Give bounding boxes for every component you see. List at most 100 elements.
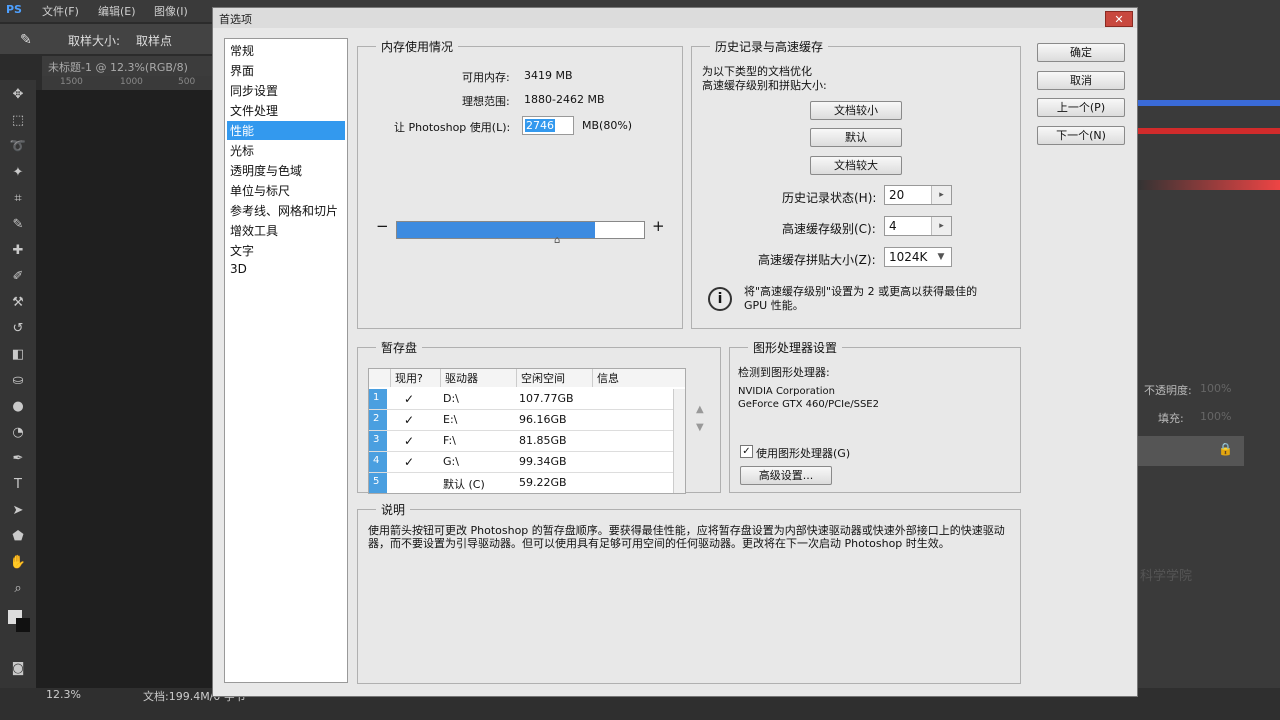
- history-states-input[interactable]: 20 ▸: [884, 185, 952, 205]
- nav-item-transparency[interactable]: 透明度与色域: [227, 161, 345, 180]
- default-button[interactable]: 默认: [810, 128, 902, 147]
- history-brush-icon[interactable]: ↺: [8, 320, 28, 338]
- move-down-icon[interactable]: ▼: [696, 422, 704, 433]
- ruler-tick: 500: [178, 77, 196, 87]
- decrease-memory-button[interactable]: −: [376, 217, 389, 235]
- advanced-settings-button[interactable]: 高级设置...: [740, 466, 832, 485]
- row-number: 2: [369, 410, 387, 430]
- crop-tool-icon[interactable]: ⌗: [8, 190, 28, 208]
- table-row[interactable]: 4 ✓ G:\ 99.34GB: [369, 452, 673, 473]
- nav-item-units[interactable]: 单位与标尺: [227, 181, 345, 200]
- marquee-tool-icon[interactable]: ⬚: [8, 112, 28, 130]
- history-cache-group: 历史记录与高速缓存 为以下类型的文档优化 高速缓存级别和拼贴大小: 文档较小 默…: [691, 38, 1021, 329]
- menu-edit[interactable]: 编辑(E): [98, 3, 136, 19]
- table-row[interactable]: 2 ✓ E:\ 96.16GB: [369, 410, 673, 431]
- shape-tool-icon[interactable]: ⬟: [8, 528, 28, 546]
- fill-value[interactable]: 100%: [1200, 410, 1231, 423]
- quick-mask-icon[interactable]: ◙: [8, 660, 28, 678]
- healing-brush-icon[interactable]: ✚: [8, 242, 28, 260]
- lasso-tool-icon[interactable]: ➰: [8, 138, 28, 156]
- pen-tool-icon[interactable]: ✒: [8, 450, 28, 468]
- tile-size-select[interactable]: 1024K ▼: [884, 247, 952, 267]
- nav-item-cursors[interactable]: 光标: [227, 141, 345, 160]
- active-checkbox[interactable]: ✓: [404, 455, 414, 469]
- path-select-icon[interactable]: ➤: [8, 502, 28, 520]
- stamp-tool-icon[interactable]: ⚒: [8, 294, 28, 312]
- sample-size-select[interactable]: 取样点: [136, 32, 172, 49]
- free-space: 59.22GB: [519, 476, 567, 489]
- table-row[interactable]: 5 默认 (C) 59.22GB: [369, 473, 673, 493]
- move-up-icon[interactable]: ▲: [696, 404, 704, 415]
- brush-tool-icon[interactable]: ✐: [8, 268, 28, 286]
- next-button[interactable]: 下一个(N): [1037, 126, 1125, 145]
- increase-memory-button[interactable]: +: [652, 217, 665, 235]
- menu-file[interactable]: 文件(F): [42, 3, 79, 19]
- table-scrollbar[interactable]: [673, 389, 685, 493]
- document-tab[interactable]: 未标题-1 @ 12.3%(RGB/8): [42, 56, 232, 76]
- nav-item-type[interactable]: 文字: [227, 241, 345, 260]
- spinner-arrow-icon[interactable]: ▸: [931, 217, 951, 235]
- ideal-range-value: 1880-2462 MB: [524, 93, 605, 106]
- gpu-info-text-2: GPU 性能。: [744, 299, 804, 312]
- eyedropper-tool-icon[interactable]: ✎: [8, 216, 28, 234]
- memory-use-suffix: MB(80%): [582, 119, 633, 132]
- nav-item-sync[interactable]: 同步设置: [227, 81, 345, 100]
- table-row[interactable]: 1 ✓ D:\ 107.77GB: [369, 389, 673, 410]
- blur-tool-icon[interactable]: ●: [8, 398, 28, 416]
- drive-name: G:\: [443, 455, 459, 468]
- eraser-tool-icon[interactable]: ◧: [8, 346, 28, 364]
- large-docs-button[interactable]: 文档较大: [810, 156, 902, 175]
- nav-item-performance[interactable]: 性能: [227, 121, 345, 140]
- memory-slider-fill: [397, 222, 595, 238]
- memory-use-input[interactable]: 2746: [522, 116, 574, 135]
- document-canvas: [36, 90, 216, 688]
- zoom-tool-icon[interactable]: ⌕: [8, 580, 28, 598]
- th-free-space[interactable]: 空闲空间: [517, 369, 593, 387]
- th-info[interactable]: 信息: [593, 369, 685, 387]
- color-slider-red[interactable]: [1138, 128, 1280, 134]
- move-tool-icon[interactable]: ✥: [8, 86, 28, 104]
- scratch-disk-table: 现用? 驱动器 空闲空间 信息 1 ✓ D:\ 107.77GB 2 ✓ E:\…: [368, 368, 686, 494]
- opacity-value[interactable]: 100%: [1200, 382, 1231, 395]
- nav-item-file-handling[interactable]: 文件处理: [227, 101, 345, 120]
- nav-item-general[interactable]: 常规: [227, 41, 345, 60]
- history-states-label: 历史记录状态(H):: [782, 191, 877, 205]
- active-checkbox[interactable]: ✓: [404, 434, 414, 448]
- th-active[interactable]: 现用?: [391, 369, 441, 387]
- zoom-level[interactable]: 12.3%: [46, 688, 81, 701]
- cache-levels-input[interactable]: 4 ▸: [884, 216, 952, 236]
- background-color-swatch[interactable]: [16, 618, 30, 632]
- paint-bucket-icon[interactable]: ⛀: [8, 372, 28, 390]
- close-button[interactable]: ✕: [1105, 11, 1133, 27]
- ok-button[interactable]: 确定: [1037, 43, 1125, 62]
- active-checkbox[interactable]: ✓: [404, 392, 414, 406]
- nav-item-plugins[interactable]: 增效工具: [227, 221, 345, 240]
- hand-tool-icon[interactable]: ✋: [8, 554, 28, 572]
- cancel-button[interactable]: 取消: [1037, 71, 1125, 90]
- description-legend: 说明: [376, 501, 411, 518]
- ps-logo: PS: [6, 3, 22, 16]
- magic-wand-icon[interactable]: ✦: [8, 164, 28, 182]
- nav-item-interface[interactable]: 界面: [227, 61, 345, 80]
- preferences-nav: 常规 界面 同步设置 文件处理 性能 光标 透明度与色域 单位与标尺 参考线、网…: [224, 38, 348, 683]
- table-row[interactable]: 3 ✓ F:\ 81.85GB: [369, 431, 673, 452]
- active-checkbox[interactable]: ✓: [404, 413, 414, 427]
- use-gpu-checkbox[interactable]: ✓: [740, 445, 753, 458]
- nav-item-guides[interactable]: 参考线、网格和切片: [227, 201, 345, 220]
- small-docs-button[interactable]: 文档较小: [810, 101, 902, 120]
- th-drive[interactable]: 驱动器: [441, 369, 517, 387]
- color-ramp[interactable]: [1138, 180, 1280, 190]
- nav-item-3d[interactable]: 3D: [227, 261, 345, 280]
- tile-size-label: 高速缓存拼贴大小(Z):: [758, 253, 876, 267]
- spinner-arrow-icon[interactable]: ▸: [931, 186, 951, 204]
- type-tool-icon[interactable]: T: [8, 476, 28, 494]
- eyedropper-icon[interactable]: ✎: [20, 32, 32, 48]
- menu-image[interactable]: 图像(I): [154, 3, 188, 19]
- prev-button[interactable]: 上一个(P): [1037, 98, 1125, 117]
- dodge-tool-icon[interactable]: ◔: [8, 424, 28, 442]
- th-num: [369, 369, 391, 387]
- color-slider-blue[interactable]: [1138, 100, 1280, 106]
- memory-slider[interactable]: [396, 221, 645, 239]
- cache-levels-value: 4: [889, 219, 897, 233]
- memory-slider-thumb[interactable]: ⌂: [554, 235, 560, 246]
